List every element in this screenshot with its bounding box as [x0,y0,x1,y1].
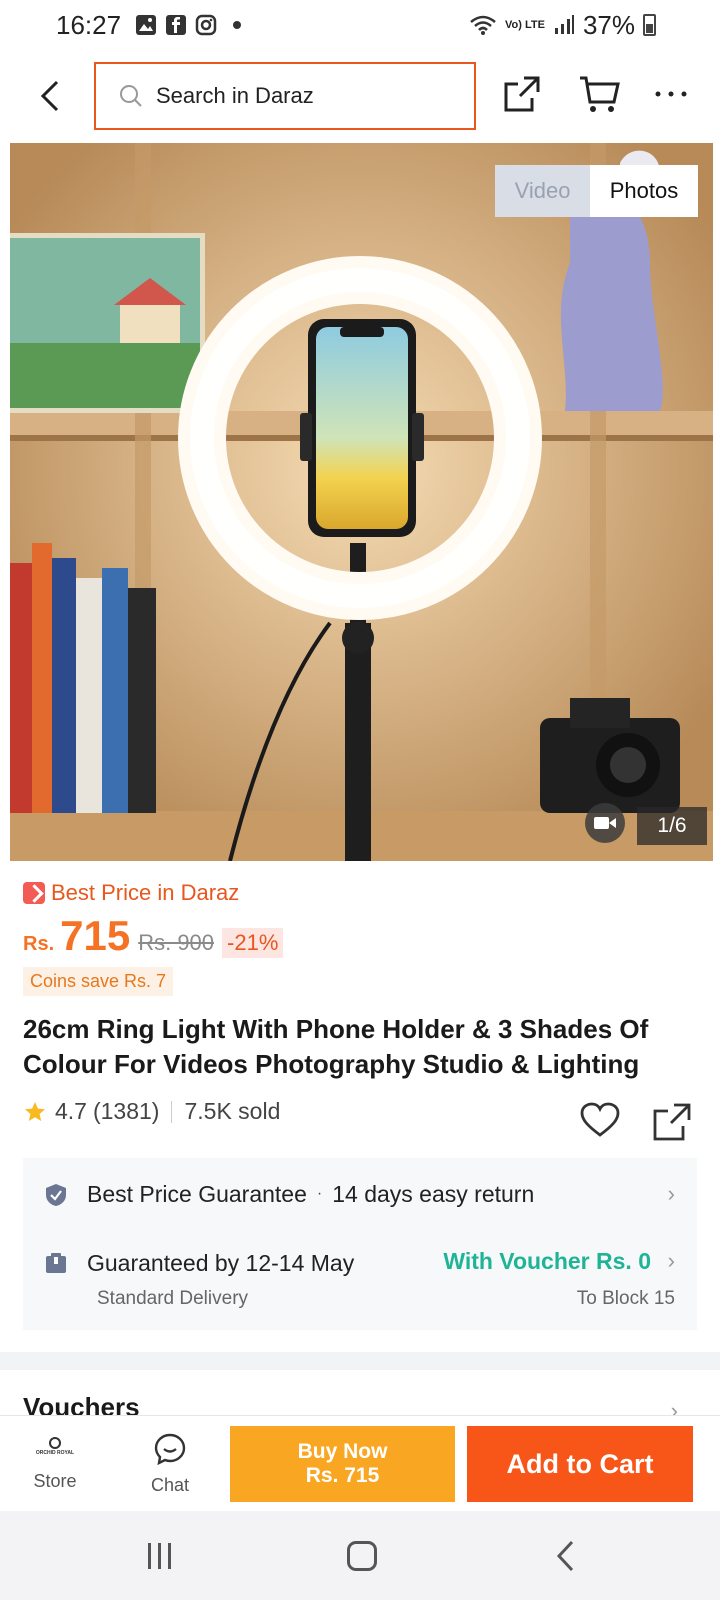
separator-dot: · [316,1185,323,1202]
wifi-icon [470,15,496,35]
store-logo-icon [49,1436,61,1449]
returns-label: 14 days easy return [332,1180,535,1207]
bottom-action-bar: ORCHID ROYAL Store Chat Buy Now Rs. 715 … [0,1415,720,1511]
buy-now-button[interactable]: Buy Now Rs. 715 [230,1426,455,1502]
delivery-box-icon [46,1253,66,1273]
more-options-button[interactable] [654,74,688,119]
back-nav-icon[interactable] [555,1539,575,1573]
media-type-toggle: Video Photos [495,165,698,217]
rating-value: 4.7 [55,1098,87,1124]
product-photo [10,143,713,861]
shield-check-icon [46,1184,66,1206]
home-icon[interactable] [347,1541,377,1571]
store-button[interactable]: ORCHID ROYAL Store [20,1416,90,1512]
best-price-icon [23,882,45,904]
sold-count: 7.5K sold [184,1098,281,1124]
buy-now-label: Buy Now [297,1440,388,1463]
status-bar: 16:27 Vo) LTE 37% [0,0,720,50]
product-title: 26cm Ring Light With Phone Holder & 3 Sh… [23,1014,649,1079]
signal-icon [554,15,574,34]
share-button[interactable] [502,74,542,119]
status-time: 16:27 [56,9,122,40]
rating-count: (1381) [92,1098,160,1124]
chat-icon [154,1433,186,1465]
chat-button[interactable]: Chat [135,1416,205,1512]
delivery-type: Standard Delivery [97,1288,249,1309]
product-image-gallery[interactable]: Video Photos 1/6 [10,143,713,861]
chat-label: Chat [150,1474,190,1495]
coins-badge: Coins save Rs. 7 [23,967,174,996]
share-icon [504,76,540,112]
delivery-date: Guaranteed by 12-14 May [87,1250,355,1276]
best-price-banner: Best Price in Daraz [23,880,239,906]
back-button[interactable] [30,70,70,122]
video-camera-icon [594,817,616,829]
search-input[interactable]: Search in Daraz [94,62,476,130]
status-right: Vo) LTE 37% [469,0,656,50]
recent-apps-icon[interactable] [146,1541,174,1571]
tab-photos[interactable]: Photos [590,165,698,217]
guarantee-label: Best Price Guarantee [87,1180,307,1207]
store-logo: ORCHID ROYAL [34,1436,76,1461]
discount-badge: -21% [222,928,284,958]
notification-icons [135,14,242,36]
volte-label: Vo) LTE [505,18,545,31]
current-price: 715 [60,912,131,959]
more-notifications-dot [233,21,242,29]
price-currency: Rs. [23,933,55,955]
best-price-label: Best Price in Daraz [51,880,240,905]
store-label: Store [33,1470,77,1491]
gallery-icon [136,15,157,35]
share-icon [653,1103,691,1141]
service-info-card: Best Price Guarantee · 14 days easy retu… [23,1158,697,1330]
delivery-voucher: With Voucher Rs. 0 [443,1248,651,1274]
delivery-location: To Block 15 [576,1288,675,1309]
share-product-button[interactable] [652,1102,692,1147]
tab-video[interactable]: Video [495,165,590,217]
original-price: Rs. 900 [138,930,215,955]
search-icon [120,85,142,107]
add-to-cart-button[interactable]: Add to Cart [467,1426,693,1502]
price-row: Rs. 715 Rs. 900 -21% [23,912,284,960]
divider [171,1100,173,1123]
more-dots-icon [655,91,687,97]
star-icon [25,1101,45,1121]
chevron-right-icon: › [667,1181,675,1206]
buy-now-price: Rs. 715 [305,1464,380,1487]
facebook-icon [166,15,187,35]
system-nav-bar [0,1511,720,1600]
cart-icon [580,76,620,112]
battery-icon [643,14,656,36]
search-placeholder: Search in Daraz [156,83,314,108]
instagram-icon [195,14,217,36]
cart-button[interactable] [578,74,620,119]
battery-percent: 37% [582,9,635,40]
rating-row[interactable]: 4.7 (1381) 7.5K sold [23,1098,280,1125]
guarantee-row[interactable]: Best Price Guarantee · 14 days easy retu… [23,1158,697,1230]
image-counter: 1/6 [637,807,707,845]
chevron-right-icon: › [667,1248,675,1273]
store-logo-text: ORCHID ROYAL [35,1449,75,1456]
play-video-button[interactable] [585,803,625,843]
delivery-row[interactable]: Guaranteed by 12-14 May Standard Deliver… [23,1230,697,1330]
heart-icon [580,1102,620,1137]
section-divider [0,1352,720,1370]
chevron-left-icon [40,80,59,112]
app-header: Search in Daraz [0,50,720,142]
wishlist-button[interactable] [580,1102,620,1143]
